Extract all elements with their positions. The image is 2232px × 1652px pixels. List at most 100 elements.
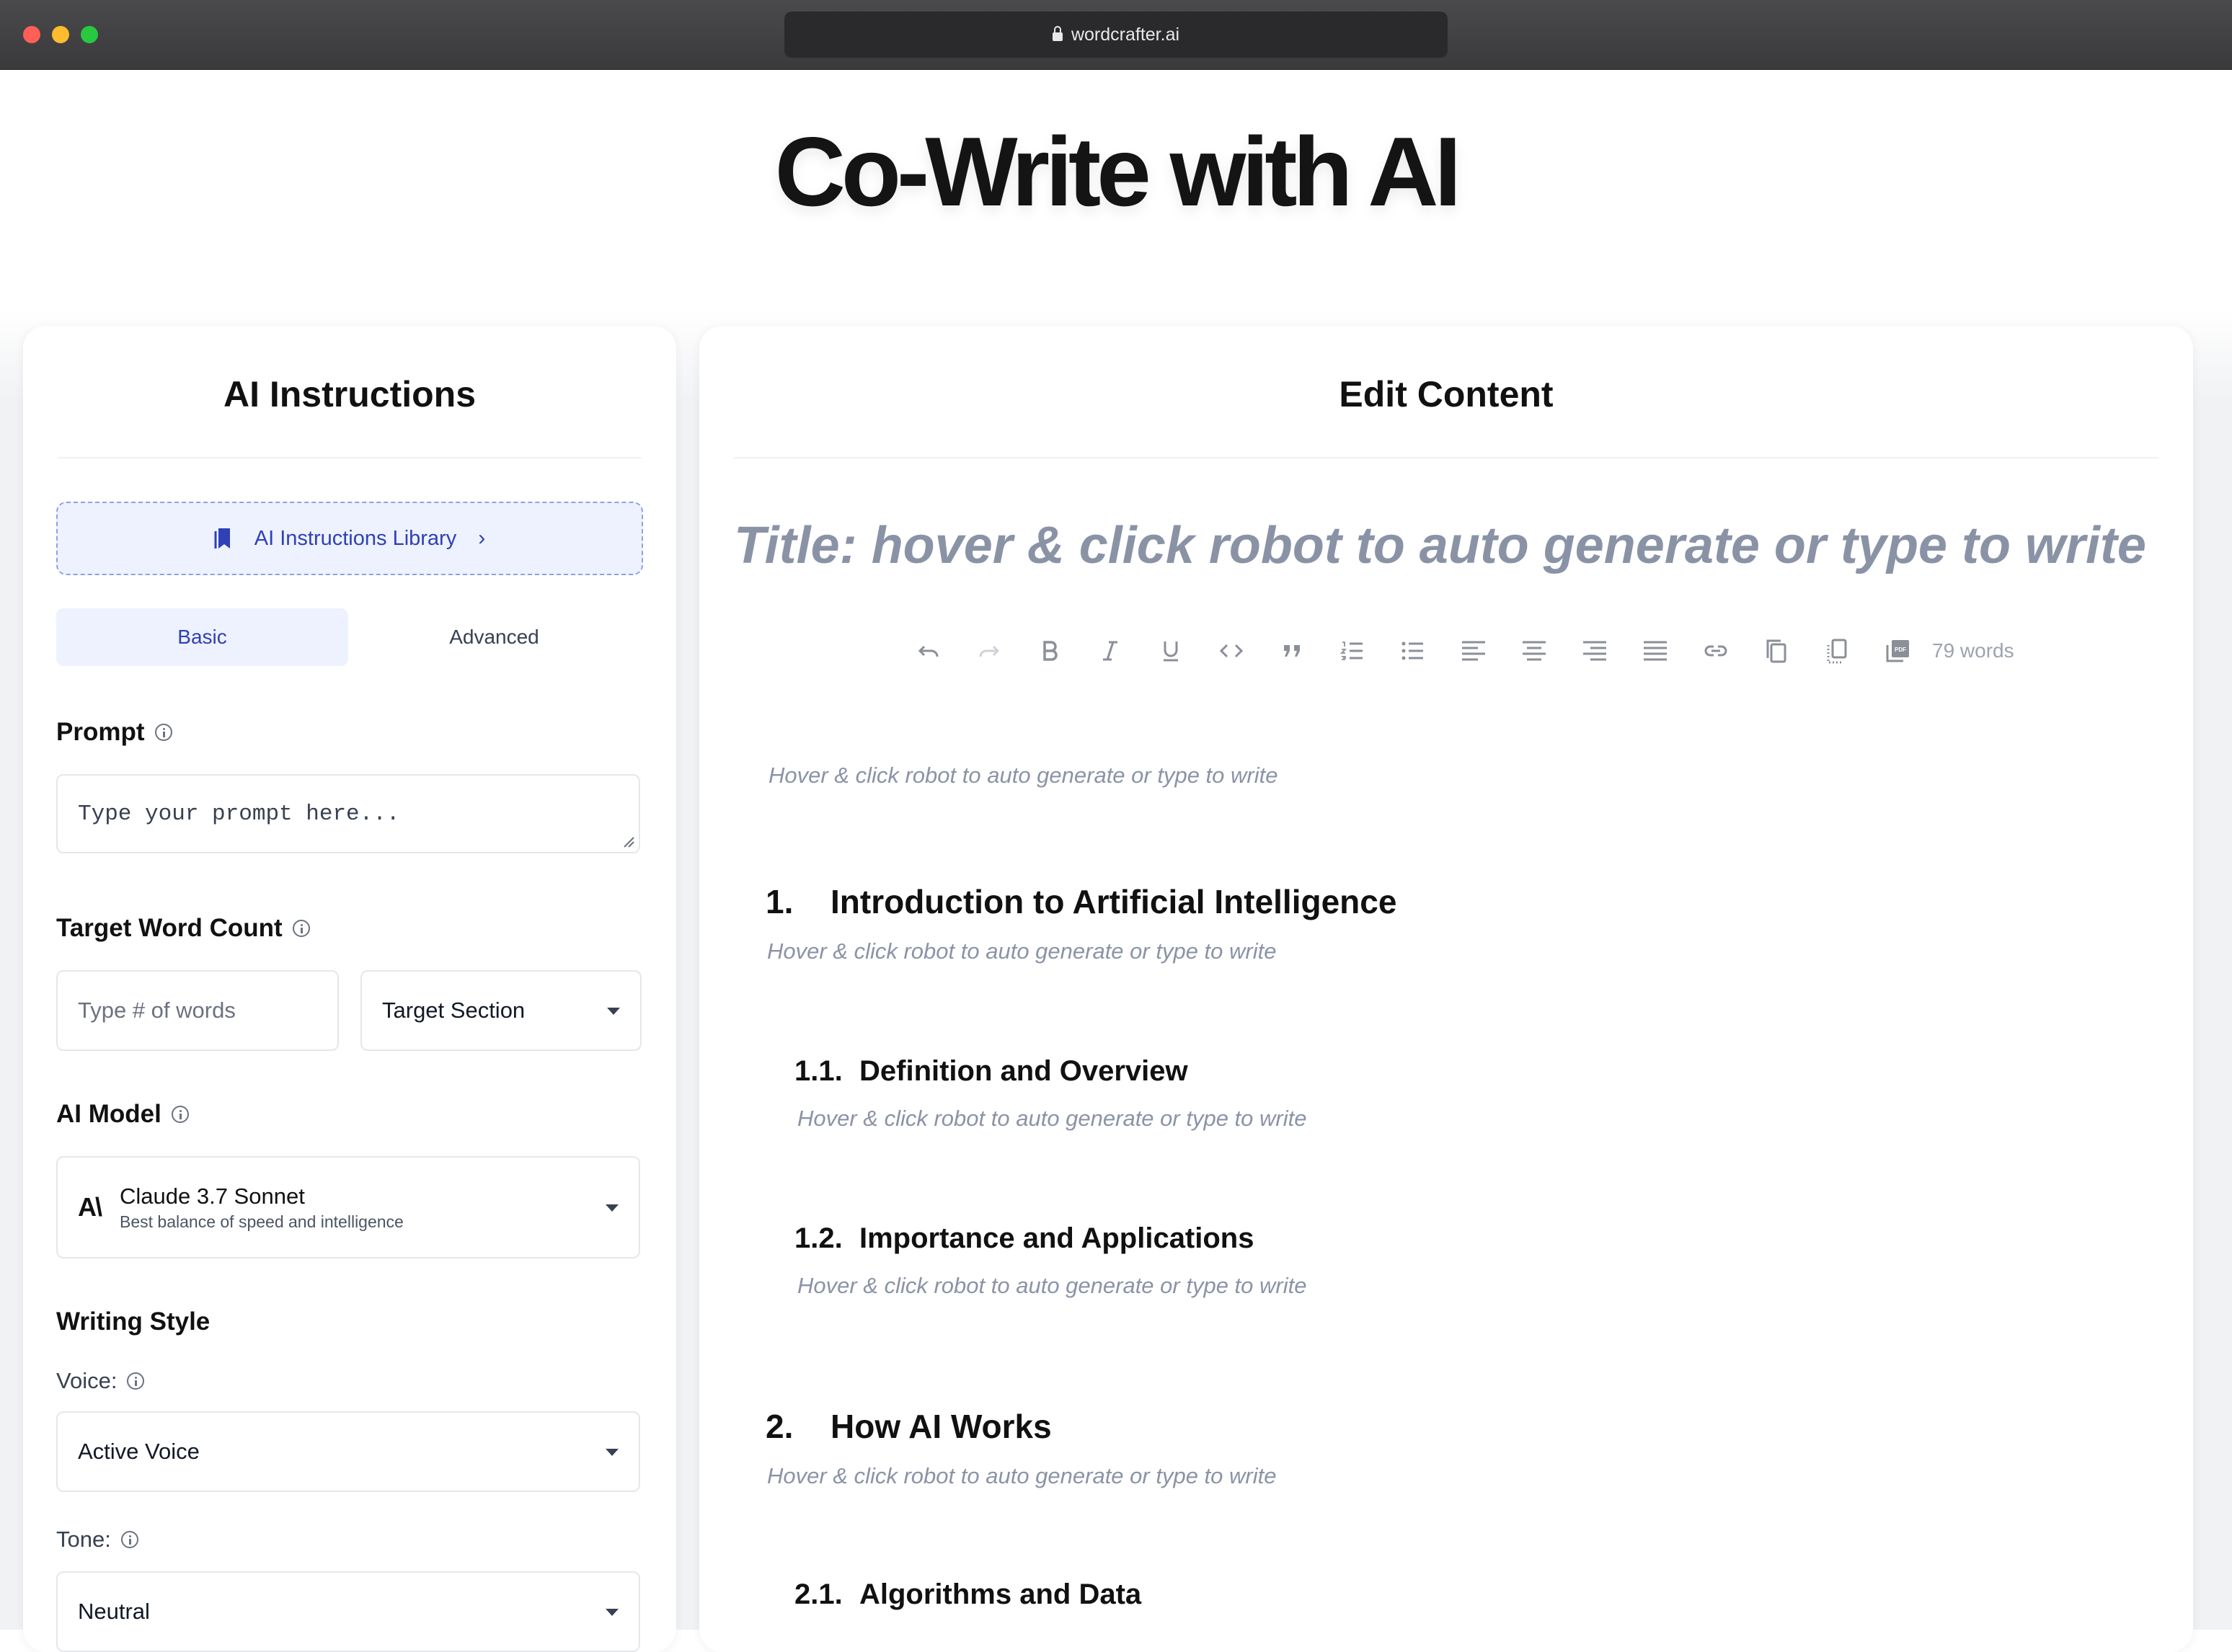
library-label: AI Instructions Library <box>254 526 457 550</box>
section-title: Definition and Overview <box>859 1055 1188 1087</box>
ai-model-label: AI Model <box>56 1100 189 1129</box>
align-center-button[interactable] <box>1504 633 1564 669</box>
word-count: 79 words <box>1932 639 2014 662</box>
section-title: Importance and Applications <box>859 1222 1254 1254</box>
voice-label-text: Voice: <box>56 1368 118 1393</box>
section-number: 1.1. <box>794 1055 843 1087</box>
chevron-down-icon <box>606 1204 619 1212</box>
underline-icon <box>1164 641 1178 662</box>
quote-button[interactable] <box>1262 633 1322 669</box>
svg-text:PDF: PDF <box>1895 647 1906 653</box>
info-icon[interactable] <box>120 1531 138 1548</box>
mode-tabs: Basic Advanced <box>56 608 640 666</box>
target-word-count-label: Target Word Count <box>56 914 310 943</box>
tab-advanced[interactable]: Advanced <box>348 608 640 666</box>
target-word-count-label-text: Target Word Count <box>56 914 283 942</box>
bullet-list-icon <box>1401 641 1423 660</box>
anthropic-logo-icon: A\ <box>78 1192 102 1222</box>
bookmark-icon <box>214 527 233 550</box>
address-bar[interactable]: wordcrafter.ai <box>784 12 1448 58</box>
tone-select[interactable]: Neutral <box>56 1571 640 1652</box>
target-section-value: Target Section <box>382 998 526 1023</box>
code-button[interactable] <box>1201 633 1262 669</box>
model-description: Best balance of speed and intelligence <box>120 1212 404 1231</box>
paragraph-placeholder[interactable]: Hover & click robot to auto generate or … <box>767 938 1276 964</box>
panel-title: AI Instructions <box>58 326 642 458</box>
url-text: wordcrafter.ai <box>1071 24 1180 45</box>
section-number: 2. <box>766 1408 794 1445</box>
tone-label-text: Tone: <box>56 1527 111 1552</box>
lock-icon <box>1052 26 1063 41</box>
info-icon[interactable] <box>127 1372 145 1390</box>
paragraph-placeholder[interactable]: Hover & click robot to auto generate or … <box>769 763 1277 789</box>
paragraph-placeholder[interactable]: Hover & click robot to auto generate or … <box>797 1106 1306 1132</box>
info-icon[interactable] <box>171 1106 189 1123</box>
ai-instructions-library-button[interactable]: AI Instructions Library › <box>56 502 643 575</box>
section-heading[interactable]: 2. How AI Works <box>766 1407 1052 1446</box>
section-number: 1.2. <box>794 1222 843 1254</box>
align-justify-button[interactable] <box>1625 633 1686 669</box>
redo-icon <box>979 645 1000 657</box>
paragraph-placeholder[interactable]: Hover & click robot to auto generate or … <box>797 1273 1306 1299</box>
subsection-heading[interactable]: 1.1. Definition and Overview <box>794 1055 1188 1088</box>
word-count-placeholder: Type # of words <box>78 998 236 1023</box>
prompt-label-text: Prompt <box>56 718 145 746</box>
ai-model-select[interactable]: A\ Claude 3.7 Sonnet Best balance of spe… <box>56 1156 640 1258</box>
section-number: 1. <box>766 883 794 920</box>
chevron-down-icon <box>607 1008 620 1015</box>
resize-handle-icon[interactable] <box>621 835 634 848</box>
target-section-select[interactable]: Target Section <box>360 970 642 1051</box>
italic-icon <box>1103 641 1117 661</box>
copy-icon <box>1766 639 1786 663</box>
copy-button[interactable] <box>1746 633 1807 669</box>
info-icon[interactable] <box>292 920 310 937</box>
ordered-list-button[interactable] <box>1322 633 1383 669</box>
prompt-input[interactable]: Type your prompt here... <box>56 774 640 853</box>
tab-basic[interactable]: Basic <box>56 608 348 666</box>
undo-button[interactable] <box>898 633 959 669</box>
model-name: Claude 3.7 Sonnet <box>120 1183 305 1209</box>
ordered-list-icon <box>1339 641 1363 660</box>
link-icon <box>1704 645 1727 657</box>
tone-value: Neutral <box>78 1599 150 1624</box>
align-left-icon <box>1462 641 1485 661</box>
close-window-button[interactable] <box>23 26 40 43</box>
chevron-down-icon <box>606 1609 619 1616</box>
copy-selection-button[interactable] <box>1807 633 1867 669</box>
maximize-window-button[interactable] <box>81 26 98 43</box>
section-heading[interactable]: 1. Introduction to Artificial Intelligenc… <box>766 882 1396 921</box>
voice-select[interactable]: Active Voice <box>56 1411 640 1492</box>
hero-title: Co-Write with AI <box>774 117 1462 226</box>
subsection-heading[interactable]: 2.1. Algorithms and Data <box>794 1578 1141 1611</box>
ai-instructions-panel: AI Instructions AI Instructions Library … <box>23 326 676 1652</box>
align-left-button[interactable] <box>1443 633 1504 669</box>
tone-label: Tone: <box>56 1527 138 1553</box>
word-count-input[interactable]: Type # of words <box>56 970 339 1051</box>
align-right-button[interactable] <box>1564 633 1625 669</box>
paragraph-placeholder[interactable]: Hover & click robot to auto generate or … <box>767 1463 1276 1489</box>
edit-content-panel: Edit Content Title: hover & click robot … <box>699 326 2193 1652</box>
bold-button[interactable] <box>1019 633 1080 669</box>
align-right-icon <box>1583 641 1606 661</box>
chevron-right-icon: › <box>478 526 486 550</box>
section-title: Introduction to Artificial Intelligence <box>831 883 1397 920</box>
undo-icon <box>918 645 939 657</box>
redo-button[interactable] <box>959 633 1019 669</box>
code-icon <box>1219 644 1244 658</box>
browser-titlebar: wordcrafter.ai <box>0 0 2232 70</box>
voice-label: Voice: <box>56 1368 145 1394</box>
subsection-heading[interactable]: 1.2. Importance and Applications <box>794 1222 1254 1255</box>
panel-title: Edit Content <box>734 326 2158 458</box>
section-title: Algorithms and Data <box>859 1578 1142 1610</box>
minimize-window-button[interactable] <box>52 26 69 43</box>
bullet-list-button[interactable] <box>1383 633 1443 669</box>
info-icon[interactable] <box>154 724 172 741</box>
writing-style-label: Writing Style <box>56 1307 211 1336</box>
export-pdf-button[interactable]: PDF <box>1867 633 1928 669</box>
quote-icon <box>1284 645 1300 657</box>
italic-button[interactable] <box>1080 633 1141 669</box>
link-button[interactable] <box>1686 633 1746 669</box>
underline-button[interactable] <box>1141 633 1201 669</box>
document-title-input[interactable]: Title: hover & click robot to auto gener… <box>734 516 2146 575</box>
align-center-icon <box>1523 641 1546 661</box>
